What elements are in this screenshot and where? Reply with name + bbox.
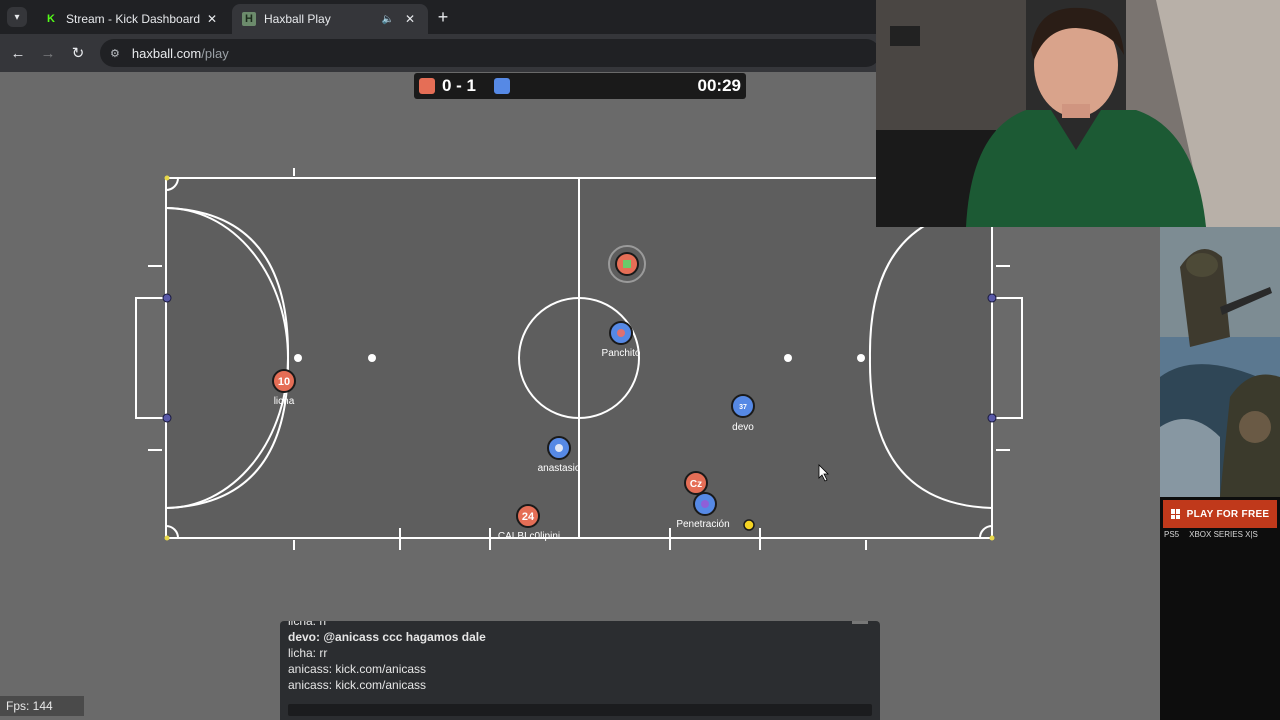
corner-flag bbox=[164, 535, 170, 541]
chat-log: licha: rr devo: @anicass ccc hagamos dal… bbox=[288, 621, 868, 693]
close-icon[interactable]: ✕ bbox=[402, 12, 418, 26]
ad-artwork bbox=[1160, 227, 1280, 497]
webcam-feed bbox=[876, 0, 1280, 227]
screen: ▾ K Stream - Kick Dashboard ✕ H Haxball … bbox=[0, 0, 1280, 720]
penalty-spot bbox=[857, 354, 865, 362]
haxball-icon: H bbox=[242, 12, 256, 26]
player-avatar-icon bbox=[623, 260, 631, 268]
player-name: anastasio bbox=[538, 463, 581, 474]
ad-cta-label: PLAY FOR FREE bbox=[1186, 508, 1270, 520]
tab-title: Stream - Kick Dashboard bbox=[66, 12, 201, 26]
player-avatar-icon bbox=[617, 329, 625, 337]
red-team-indicator bbox=[419, 78, 435, 94]
right-goal bbox=[992, 297, 1023, 419]
penalty-spot bbox=[368, 354, 376, 362]
match-timer: 00:29 bbox=[697, 76, 741, 95]
goal-post bbox=[987, 293, 997, 303]
scoreboard: 0 - 1 00:29 bbox=[414, 73, 746, 99]
goal-post bbox=[162, 293, 172, 303]
penalty-spot bbox=[294, 354, 302, 362]
player-avatar-icon bbox=[701, 500, 709, 508]
kick-icon: K bbox=[47, 13, 55, 25]
advertisement[interactable]: PLAY FOR FREE PS5 XBOX SERIES X|S bbox=[1160, 227, 1280, 720]
corner-flag bbox=[989, 535, 995, 541]
goal-post bbox=[162, 413, 172, 423]
windows-icon bbox=[1170, 509, 1181, 519]
webcam-overlay bbox=[876, 0, 1280, 227]
tab-search-button[interactable]: ▾ bbox=[7, 7, 27, 27]
new-tab-button[interactable]: + bbox=[432, 6, 454, 28]
tab-haxball-play[interactable]: H Haxball Play 🔈 ✕ bbox=[232, 4, 428, 34]
arrow-right-icon: → bbox=[40, 44, 56, 62]
player-name: Panchito bbox=[602, 348, 641, 359]
penalty-spot bbox=[784, 354, 792, 362]
xbox-logo: XBOX SERIES X|S bbox=[1189, 530, 1258, 539]
player-cz: Cz bbox=[684, 471, 708, 495]
close-icon[interactable]: ✕ bbox=[204, 12, 220, 26]
player-avatar: 24 bbox=[522, 511, 535, 523]
chat-box: licha: rr devo: @anicass ccc hagamos dal… bbox=[280, 621, 880, 720]
play-for-free-button[interactable]: PLAY FOR FREE bbox=[1163, 500, 1277, 528]
player-avatar: 10 bbox=[278, 376, 290, 388]
ad-platforms: PS5 XBOX SERIES X|S bbox=[1164, 530, 1258, 539]
site-settings-icon[interactable]: ⚙ bbox=[110, 47, 120, 60]
player-licha: 10 licha bbox=[272, 369, 296, 407]
player-name: CALBI c0lipini bbox=[498, 531, 560, 542]
plus-icon: + bbox=[437, 6, 449, 27]
chevron-down-icon: ▾ bbox=[14, 11, 20, 23]
chat-message: licha: rr bbox=[288, 646, 328, 660]
url-text: haxball.com/play bbox=[132, 46, 229, 61]
player-avatar: Cz bbox=[690, 479, 702, 490]
score: 0 - 1 bbox=[442, 76, 477, 95]
reload-icon: ↻ bbox=[71, 45, 85, 62]
url-path: /play bbox=[201, 45, 229, 61]
player-avatar-icon bbox=[555, 444, 563, 452]
chat-message: licha: rr bbox=[288, 621, 328, 628]
player-name: licha bbox=[274, 396, 295, 407]
tab-title: Haxball Play bbox=[264, 12, 331, 26]
ps5-logo: PS5 bbox=[1164, 530, 1180, 539]
player-name: Penetración bbox=[676, 519, 729, 530]
player-avatar: 37 bbox=[739, 404, 747, 411]
arrow-left-icon: ← bbox=[10, 44, 26, 62]
blue-team-indicator bbox=[494, 78, 510, 94]
corner-flag bbox=[164, 175, 170, 181]
forward-button[interactable]: → bbox=[37, 42, 59, 64]
back-button[interactable]: ← bbox=[7, 42, 29, 64]
chat-message: devo: @anicass ccc hagamos dale bbox=[288, 630, 486, 644]
address-bar[interactable]: ⚙ haxball.com/play bbox=[100, 39, 880, 67]
fps-counter: Fps: 144 bbox=[0, 696, 84, 716]
player-name: devo bbox=[732, 422, 754, 433]
player-devo: 37 devo bbox=[731, 394, 755, 433]
speaker-icon[interactable]: 🔈 bbox=[382, 14, 394, 25]
chat-message: anicass: kick.com/anicass bbox=[288, 678, 427, 692]
reload-button[interactable]: ↻ bbox=[67, 42, 89, 64]
chat-message: anicass: kick.com/anicass bbox=[288, 662, 427, 676]
left-goal bbox=[135, 297, 166, 419]
chat-input[interactable] bbox=[288, 704, 872, 716]
url-host: haxball.com bbox=[131, 45, 202, 61]
ball bbox=[743, 519, 755, 531]
goal-post bbox=[987, 413, 997, 423]
tab-kick-dashboard[interactable]: K Stream - Kick Dashboard ✕ bbox=[34, 4, 230, 34]
